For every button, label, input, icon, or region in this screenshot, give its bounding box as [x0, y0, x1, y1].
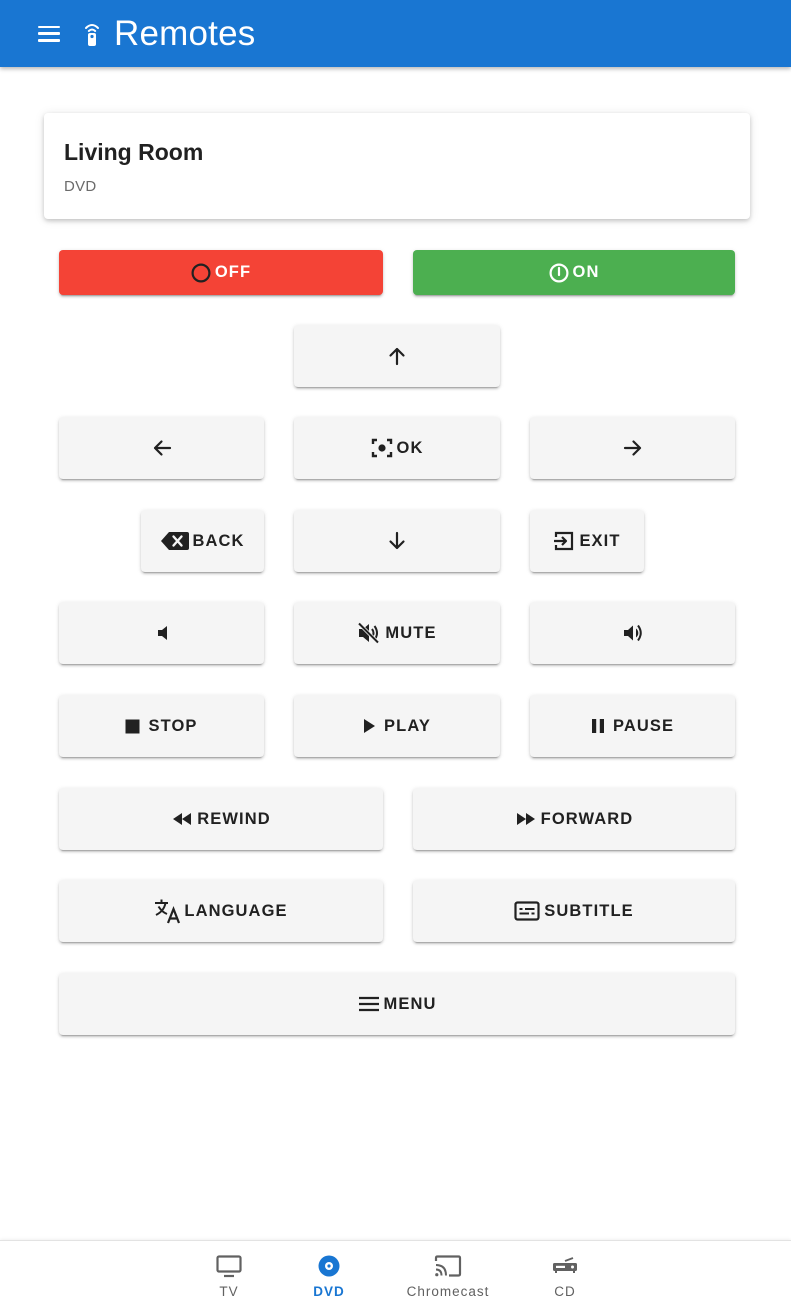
subtitles-icon	[514, 901, 540, 921]
exit-label: EXIT	[579, 531, 621, 550]
device-type: DVD	[64, 178, 97, 195]
device-card: Living Room DVD	[44, 113, 750, 219]
bottom-navigation: TV DVD Chromecast CD	[0, 1240, 791, 1311]
pause-label: PAUSE	[612, 716, 675, 735]
power-on-icon	[549, 263, 569, 283]
down-button[interactable]	[294, 510, 500, 572]
play-label: PLAY	[384, 716, 431, 735]
back-label: BACK	[192, 531, 245, 550]
forward-button[interactable]: FORWARD	[413, 788, 735, 850]
focus-center-icon	[371, 437, 393, 459]
volume-up-button[interactable]	[530, 602, 735, 664]
subtitle-button[interactable]: SUBTITLE	[413, 880, 735, 942]
up-button[interactable]	[294, 325, 500, 387]
stop-label: STOP	[148, 716, 198, 735]
app-bar: Remotes	[0, 0, 791, 67]
exit-button[interactable]: EXIT	[530, 510, 644, 572]
arrow-down-icon	[388, 531, 406, 551]
pause-button[interactable]: PAUSE	[530, 695, 735, 757]
cast-icon	[433, 1253, 463, 1282]
translate-icon	[154, 898, 182, 924]
ok-button[interactable]: OK	[294, 417, 500, 479]
menu-label: MENU	[383, 994, 437, 1013]
forward-label: FORWARD	[540, 809, 634, 828]
off-button[interactable]: OFF	[59, 250, 383, 295]
nav-item-chromecast[interactable]: Chromecast	[392, 1241, 504, 1311]
ok-label: OK	[396, 438, 424, 457]
arrow-up-icon	[388, 346, 406, 366]
back-button[interactable]: BACK	[141, 510, 264, 572]
menu-button[interactable]: MENU	[59, 973, 735, 1035]
nav-label-dvd: DVD	[313, 1284, 345, 1299]
cd-player-icon	[551, 1253, 579, 1282]
mute-label: MUTE	[385, 623, 437, 642]
subtitle-label: SUBTITLE	[544, 901, 634, 920]
nav-item-dvd[interactable]: DVD	[300, 1241, 358, 1311]
remote-icon	[84, 21, 100, 47]
menu-icon	[358, 996, 380, 1012]
volume-off-icon	[357, 622, 381, 644]
right-button[interactable]	[530, 417, 735, 479]
volume-down-button[interactable]	[59, 602, 264, 664]
nav-label-chromecast: Chromecast	[406, 1284, 490, 1299]
play-icon	[363, 718, 376, 734]
left-button[interactable]	[59, 417, 264, 479]
mute-button[interactable]: MUTE	[294, 602, 500, 664]
backspace-icon	[160, 530, 190, 552]
nav-label-cd: CD	[554, 1284, 576, 1299]
stop-button[interactable]: STOP	[59, 695, 264, 757]
nav-item-tv[interactable]: TV	[205, 1241, 253, 1311]
volume-down-icon	[153, 624, 171, 642]
off-label: OFF	[214, 263, 252, 281]
arrow-left-icon	[152, 439, 172, 457]
rewind-icon	[171, 812, 193, 826]
on-label: ON	[572, 263, 600, 281]
power-off-icon	[191, 263, 211, 283]
device-name: Living Room	[64, 139, 204, 165]
play-button[interactable]: PLAY	[294, 695, 500, 757]
disc-icon	[316, 1253, 342, 1282]
rewind-label: REWIND	[197, 809, 271, 828]
rewind-button[interactable]: REWIND	[59, 788, 383, 850]
volume-up-icon	[622, 623, 644, 643]
arrow-right-icon	[623, 439, 643, 457]
on-button[interactable]: ON	[413, 250, 735, 295]
exit-to-app-icon	[553, 530, 575, 552]
language-button[interactable]: LANGUAGE	[59, 880, 383, 942]
fast-forward-icon	[515, 812, 537, 826]
hamburger-menu-icon[interactable]	[38, 25, 60, 42]
language-label: LANGUAGE	[184, 901, 288, 920]
tv-icon	[215, 1253, 243, 1282]
stop-icon	[125, 719, 140, 734]
nav-label-tv: TV	[219, 1284, 239, 1299]
nav-item-cd[interactable]: CD	[540, 1241, 590, 1311]
app-title: Remotes	[114, 13, 256, 53]
pause-icon	[591, 718, 605, 734]
